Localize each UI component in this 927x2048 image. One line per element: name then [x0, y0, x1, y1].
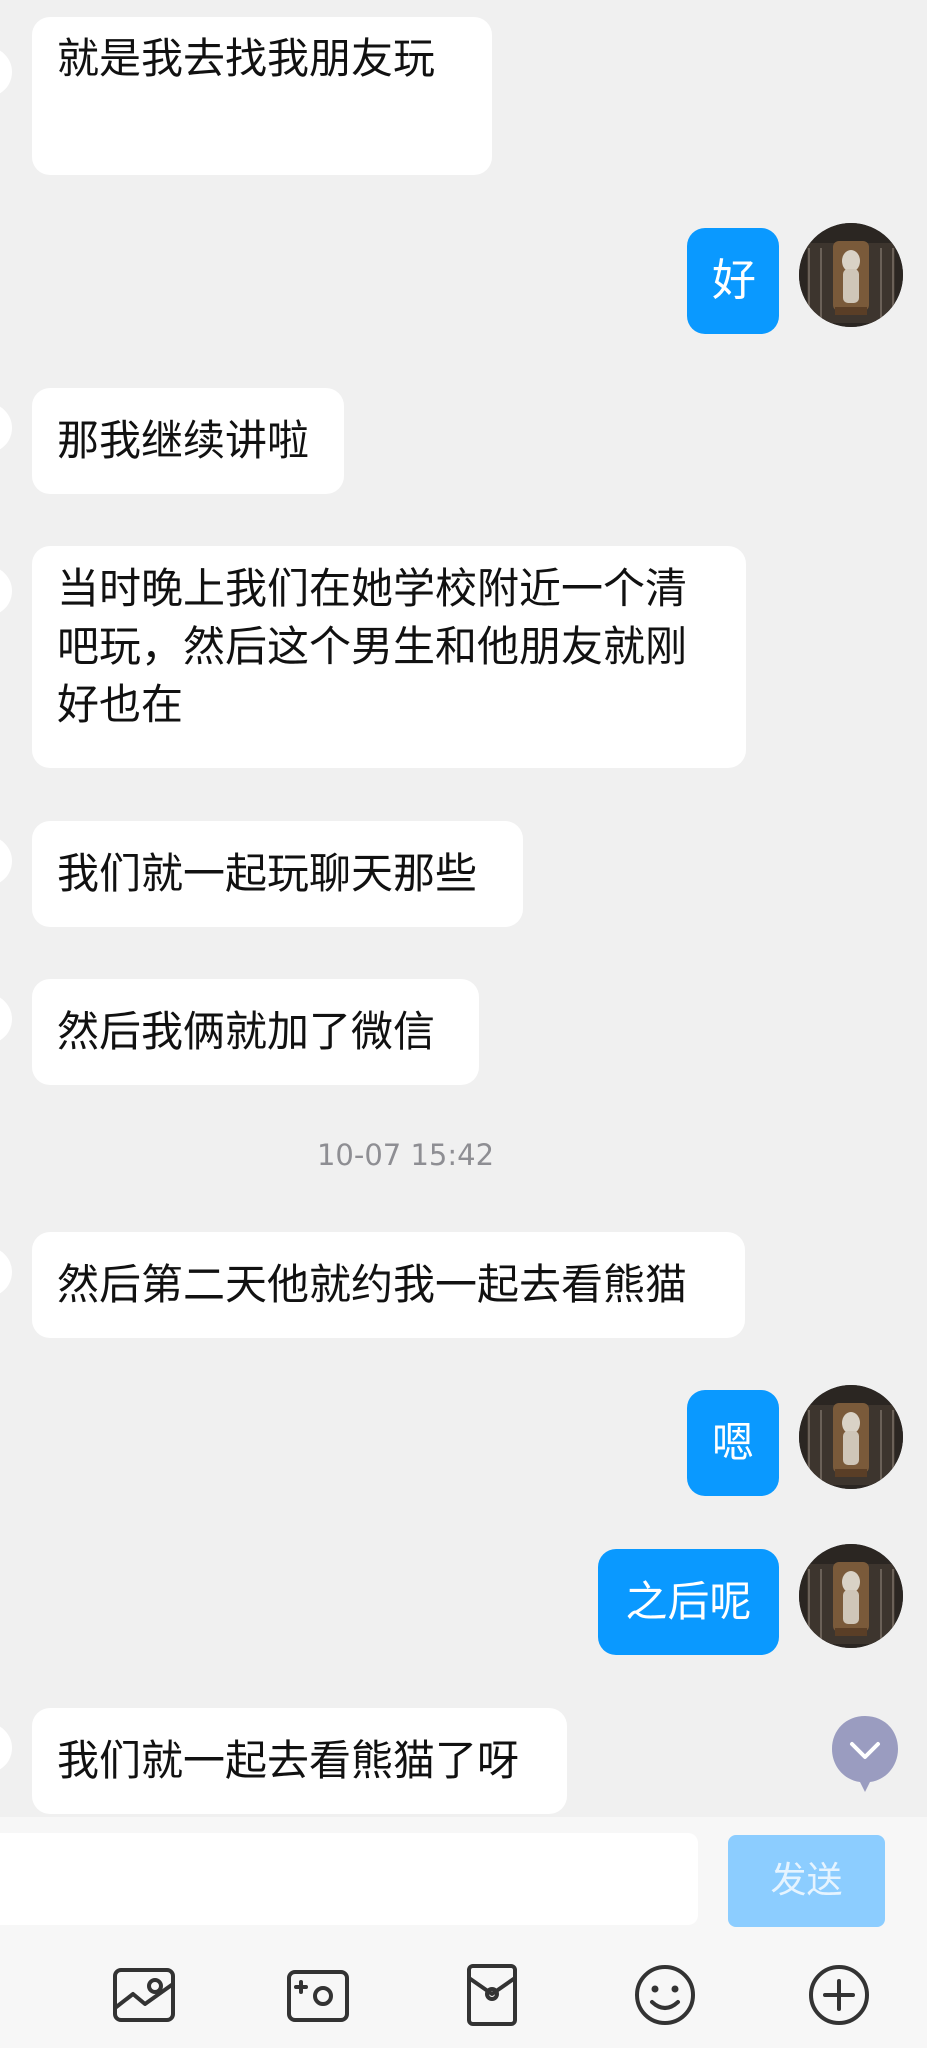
image-icon — [113, 1968, 175, 2022]
red-packet-button[interactable] — [459, 1962, 525, 2028]
message-bubble[interactable]: 当时晚上我们在她学校附近一个清吧玩，然后这个男生和他朋友就刚好也在 — [32, 546, 746, 768]
my-avatar[interactable] — [799, 1544, 903, 1648]
message-bubble[interactable]: 好 — [687, 228, 779, 334]
camera-button[interactable] — [285, 1962, 351, 2028]
image-button[interactable] — [111, 1962, 177, 2028]
send-button[interactable]: 发送 — [728, 1835, 885, 1927]
my-avatar[interactable] — [799, 223, 903, 327]
camera-icon — [287, 1970, 349, 2022]
message-bubble[interactable]: 就是我去找我朋友玩 — [32, 17, 492, 175]
chat-screen: 就是我去找我朋友玩 好 那我继续讲啦 当时晚上我们在她学校附近一个清吧玩，然后这… — [0, 0, 927, 2048]
message-bubble[interactable]: 嗯 — [687, 1390, 779, 1496]
chevron-down-icon — [832, 1716, 898, 1792]
plus-icon — [809, 1965, 869, 2025]
input-toolbar — [0, 1930, 927, 2048]
input-bar: 发送 — [0, 1817, 927, 1930]
message-list[interactable]: 就是我去找我朋友玩 好 那我继续讲啦 当时晚上我们在她学校附近一个清吧玩，然后这… — [0, 0, 927, 1817]
emoji-icon — [635, 1965, 695, 2025]
contact-avatar[interactable] — [0, 403, 12, 453]
message-bubble[interactable]: 然后我俩就加了微信 — [32, 979, 479, 1085]
contact-avatar[interactable] — [0, 566, 12, 616]
scroll-to-bottom-button[interactable] — [830, 1714, 900, 1792]
contact-avatar[interactable] — [0, 1723, 12, 1773]
contact-avatar[interactable] — [0, 836, 12, 886]
more-button[interactable] — [806, 1962, 872, 2028]
contact-avatar[interactable] — [0, 1247, 12, 1297]
contact-avatar[interactable] — [0, 47, 12, 97]
message-bubble[interactable]: 我们就一起玩聊天那些 — [32, 821, 523, 927]
message-timestamp: 10-07 15:42 — [316, 1138, 495, 1172]
message-bubble[interactable]: 那我继续讲啦 — [32, 388, 344, 494]
red-packet-icon — [467, 1964, 517, 2026]
message-bubble[interactable]: 我们就一起去看熊猫了呀 — [32, 1708, 567, 1814]
message-input[interactable] — [0, 1833, 698, 1925]
contact-avatar[interactable] — [0, 994, 12, 1044]
my-avatar[interactable] — [799, 1385, 903, 1489]
emoji-button[interactable] — [632, 1962, 698, 2028]
message-bubble[interactable]: 然后第二天他就约我一起去看熊猫 — [32, 1232, 745, 1338]
message-bubble[interactable]: 之后呢 — [598, 1549, 779, 1655]
